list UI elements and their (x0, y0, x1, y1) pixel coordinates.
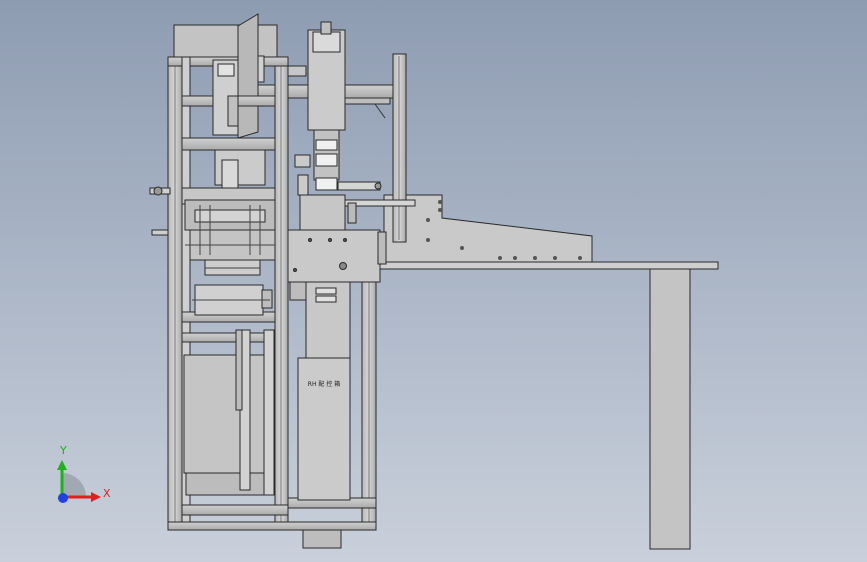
machine-model-view[interactable]: RH 配 控 箱 Y X (0, 0, 867, 562)
triad-z-axis (58, 493, 68, 503)
table-leg (649, 267, 691, 550)
triad-x-label: X (103, 487, 111, 500)
table-top (379, 261, 719, 270)
coordinate-triad[interactable]: Y X (57, 444, 111, 503)
floor-rail (167, 521, 377, 531)
slide-block (299, 194, 346, 231)
cross-beam-2 (181, 137, 276, 151)
cad-viewport[interactable]: RH 配 控 箱 Y X (0, 0, 867, 562)
control-block (287, 229, 381, 283)
electrical-cabinet (297, 357, 351, 501)
lower-enclosure (183, 354, 273, 474)
triad-y-arrow (57, 460, 67, 470)
triad-y-label: Y (59, 444, 67, 457)
cross-beam-4 (181, 332, 276, 343)
tilted-panel (237, 13, 259, 139)
top-hopper (173, 24, 278, 58)
cabinet-label: RH 配 控 箱 (308, 380, 340, 388)
base-beam (181, 504, 289, 516)
triad-x-arrow (91, 492, 101, 502)
triad-quarter-disc (62, 473, 86, 497)
